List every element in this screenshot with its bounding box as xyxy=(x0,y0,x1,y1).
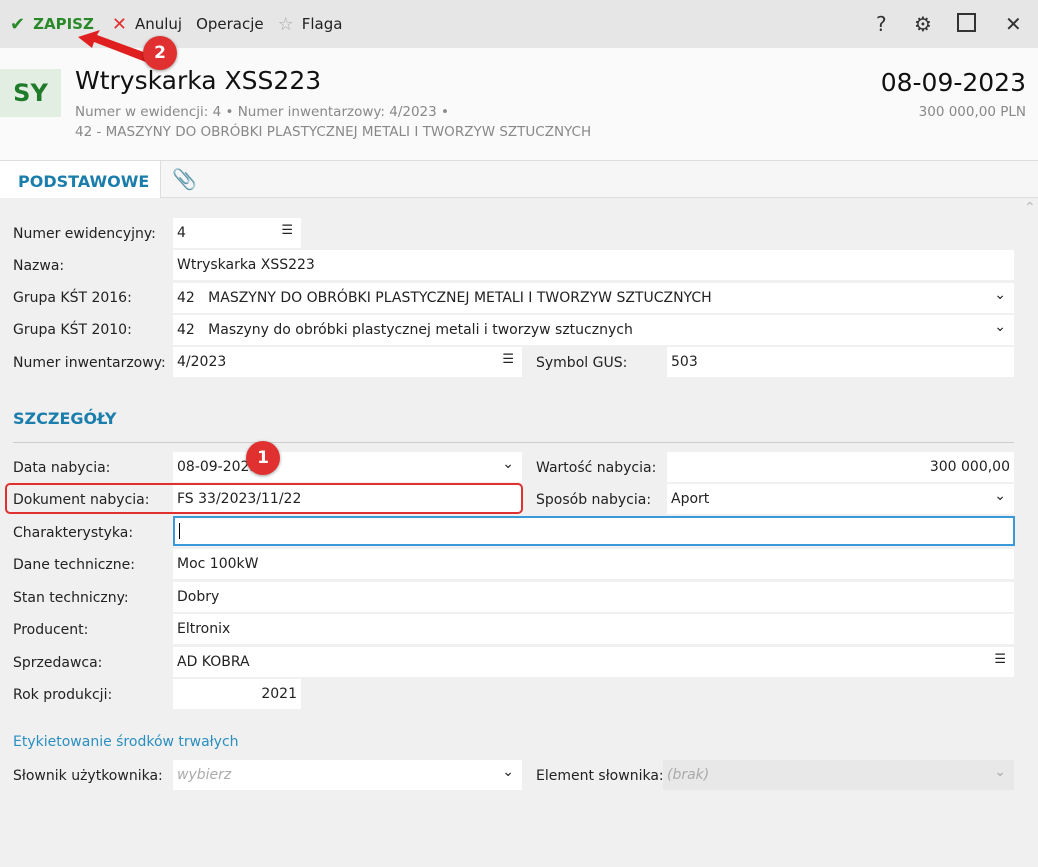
chevron-down-icon: ⌄ xyxy=(994,319,1006,335)
operations-button[interactable]: Operacje xyxy=(196,15,264,33)
label-element-slownika: Element słownika: xyxy=(536,768,664,784)
chevron-down-icon: ⌄ xyxy=(502,764,514,780)
menu-icon[interactable]: ☰ xyxy=(281,223,293,238)
stan-techniczny-input[interactable]: Dobry xyxy=(173,582,1014,612)
chevron-down-icon: ⌄ xyxy=(994,488,1006,504)
label-charakterystyka: Charakterystyka: xyxy=(13,525,134,541)
header-group: 42 - MASZYNY DO OBRÓBKI PLASTYCZNEJ META… xyxy=(75,124,592,140)
label-dane-techniczne: Dane techniczne: xyxy=(13,557,135,573)
label-kst2010: Grupa KŚT 2010: xyxy=(13,322,132,338)
label-rok-produkcji: Rok produkcji: xyxy=(13,687,113,703)
sposob-nabycia-select[interactable]: Aport ⌄ xyxy=(667,484,1014,514)
tab-bar: PODSTAWOWE 📎 xyxy=(0,160,1038,198)
label-data-nabycia: Data nabycia: xyxy=(13,460,111,476)
producent-input[interactable]: Eltronix xyxy=(173,614,1014,644)
menu-icon[interactable]: ☰ xyxy=(994,652,1006,667)
maximize-icon[interactable] xyxy=(957,13,976,32)
annotation-badge-2: 2 xyxy=(143,36,177,70)
label-nazwa: Nazwa: xyxy=(13,258,65,274)
charakterystyka-input[interactable] xyxy=(173,516,1015,546)
label-stan-techniczny: Stan techniczny: xyxy=(13,590,129,606)
label-numer-inwentarzowy: Numer inwentarzowy: xyxy=(13,355,166,371)
kst2016-select[interactable]: 42 MASZYNY DO OBRÓBKI PLASTYCZNEJ METALI… xyxy=(173,283,1014,313)
label-slownik: Słownik użytkownika: xyxy=(13,768,163,784)
rok-produkcji-input[interactable]: 2021 xyxy=(173,679,301,709)
header-subtitle: Numer w ewidencji: 4 • Numer inwentarzow… xyxy=(75,104,449,120)
numer-ewidencyjny-input[interactable]: 4 ☰ xyxy=(173,218,301,248)
chevron-down-icon: ⌄ xyxy=(502,456,514,472)
sprzedawca-input[interactable]: AD KOBRA ☰ xyxy=(173,647,1014,677)
numer-inwentarzowy-input[interactable]: 4/2023 ☰ xyxy=(173,347,522,377)
label-producent: Producent: xyxy=(13,622,89,638)
tab-basic[interactable]: PODSTAWOWE xyxy=(0,161,161,198)
dane-techniczne-input[interactable]: Moc 100kW xyxy=(173,549,1014,579)
element-slownika-select: (brak) ⌄ xyxy=(663,760,1014,790)
symbol-gus-input[interactable]: 503 xyxy=(667,347,1014,377)
header-date: 08-09-2023 xyxy=(880,68,1026,97)
chevron-down-icon: ⌄ xyxy=(994,287,1006,303)
divider xyxy=(13,442,1014,443)
wartosc-nabycia-input[interactable]: 300 000,00 xyxy=(667,452,1014,482)
slownik-select[interactable]: wybierz ⌄ xyxy=(173,760,522,790)
labeling-link[interactable]: Etykietowanie środków trwałych xyxy=(13,734,239,750)
section-title-details: SZCZEGÓŁY xyxy=(13,409,117,428)
highlight-box xyxy=(5,483,523,514)
flag-button[interactable]: ☆ Flaga xyxy=(278,14,343,35)
label-symbol-gus: Symbol GUS: xyxy=(536,355,628,371)
attachment-icon[interactable]: 📎 xyxy=(172,167,197,191)
gear-icon[interactable]: ⚙ xyxy=(914,12,932,36)
nazwa-input[interactable]: Wtryskarka XSS223 xyxy=(173,250,1014,280)
header-amount: 300 000,00 PLN xyxy=(918,104,1026,120)
label-numer-ewidencyjny: Numer ewidencyjny: xyxy=(13,226,156,242)
label-kst2016: Grupa KŚT 2016: xyxy=(13,290,132,306)
label-sprzedawca: Sprzedawca: xyxy=(13,655,103,671)
chevron-down-icon: ⌄ xyxy=(994,764,1006,780)
close-window-icon[interactable]: ✕ xyxy=(1005,12,1022,36)
label-wartosc-nabycia: Wartość nabycia: xyxy=(536,460,657,476)
kst2010-select[interactable]: 42 Maszyny do obróbki plastycznej metali… xyxy=(173,315,1014,345)
scroll-up-icon[interactable]: ⌃ xyxy=(1024,200,1036,216)
data-nabycia-select[interactable]: 08-09-2023 ⌄ xyxy=(173,452,522,482)
menu-icon[interactable]: ☰ xyxy=(502,352,514,367)
annotation-badge-1: 1 xyxy=(246,441,280,475)
label-sposob-nabycia: Sposób nabycia: xyxy=(536,492,652,508)
help-icon[interactable]: ? xyxy=(876,12,887,36)
star-icon: ☆ xyxy=(277,13,294,35)
